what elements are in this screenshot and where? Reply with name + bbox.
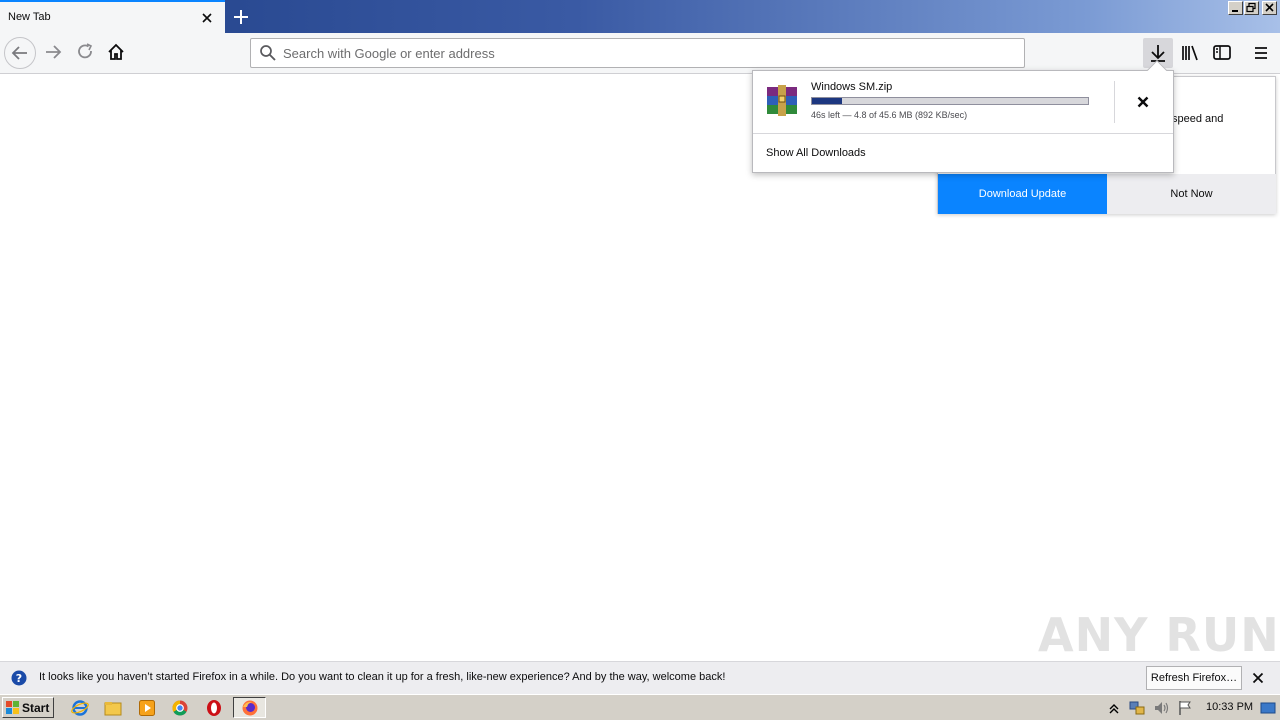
action-center-flag-icon[interactable] <box>1176 699 1194 717</box>
taskbar-firefox-button[interactable] <box>233 697 266 718</box>
tab-close-icon[interactable] <box>199 10 215 26</box>
back-arrow-icon <box>11 46 27 60</box>
show-desktop-icon[interactable] <box>1259 699 1277 717</box>
firefox-icon <box>242 700 258 716</box>
file-explorer-icon[interactable] <box>104 699 122 717</box>
downloads-footer-divider <box>753 133 1173 134</box>
cancel-download-icon[interactable] <box>1134 93 1152 111</box>
sidebar-button[interactable] <box>1207 38 1237 68</box>
forward-arrow-icon <box>46 45 62 59</box>
windows-taskbar: Start 10:33 PM <box>0 694 1280 720</box>
media-player-icon[interactable] <box>138 699 156 717</box>
new-tab-plus-icon[interactable] <box>230 6 252 28</box>
download-filename: Windows SM.zip <box>811 81 893 93</box>
address-bar[interactable]: Search with Google or enter address <box>250 38 1025 68</box>
download-progress-bar <box>811 97 1089 105</box>
start-label: Start <box>22 701 50 715</box>
navigation-toolbar: Search with Google or enter address <box>0 33 1280 74</box>
taskbar-clock: 10:33 PM <box>1206 701 1254 713</box>
notification-message: It looks like you haven’t started Firefo… <box>39 671 726 683</box>
show-all-downloads-button[interactable]: Show All Downloads <box>766 147 866 159</box>
minimize-button[interactable] <box>1228 1 1243 15</box>
reload-button[interactable] <box>70 37 102 69</box>
refresh-notification-bar: ? It looks like you haven’t started Fire… <box>0 661 1280 694</box>
chrome-icon[interactable] <box>171 699 189 717</box>
home-icon <box>108 43 124 60</box>
anyrun-watermark: ANY RUN <box>1038 608 1280 662</box>
show-hidden-icons-icon[interactable] <box>1108 699 1120 717</box>
download-progress-fill <box>812 98 842 104</box>
download-separator <box>1114 81 1115 123</box>
tab-new-tab[interactable]: New Tab <box>0 0 225 33</box>
library-button[interactable] <box>1175 38 1205 68</box>
update-message-text: speed and <box>1172 113 1224 125</box>
close-icon <box>1265 3 1274 12</box>
download-update-button[interactable]: Download Update <box>938 174 1107 214</box>
windows-logo-icon <box>6 701 19 714</box>
close-notification-icon[interactable] <box>1251 671 1265 685</box>
library-icon <box>1182 45 1198 61</box>
reload-icon <box>78 43 93 59</box>
svg-text:?: ? <box>16 672 22 685</box>
question-info-icon: ? <box>11 670 27 686</box>
refresh-firefox-button[interactable]: Refresh Firefox… <box>1146 666 1242 690</box>
close-window-button[interactable] <box>1262 1 1277 15</box>
menu-button[interactable] <box>1246 38 1276 68</box>
forward-button[interactable] <box>38 37 70 69</box>
home-button[interactable] <box>101 37 133 69</box>
tab-strip: New Tab <box>0 0 1280 33</box>
address-placeholder: Search with Google or enter address <box>283 46 495 61</box>
not-now-button[interactable]: Not Now <box>1107 174 1276 214</box>
volume-icon[interactable] <box>1152 699 1170 717</box>
network-icon[interactable] <box>1128 699 1146 717</box>
restore-button[interactable] <box>1244 1 1259 15</box>
back-button[interactable] <box>4 37 36 69</box>
download-status-text: 46s left — 4.8 of 45.6 MB (892 KB/sec) <box>811 110 968 120</box>
winrar-archive-icon <box>767 85 797 116</box>
sidebar-icon <box>1213 45 1231 60</box>
opera-icon[interactable] <box>205 699 223 717</box>
tab-title: New Tab <box>8 11 51 23</box>
minimize-icon <box>1232 10 1238 12</box>
downloads-panel: Windows SM.zip 46s left — 4.8 of 45.6 MB… <box>752 70 1174 173</box>
internet-explorer-icon[interactable] <box>71 699 89 717</box>
hamburger-menu-icon <box>1255 47 1267 59</box>
restore-icon <box>1246 2 1256 13</box>
search-icon <box>260 45 276 61</box>
start-button[interactable]: Start <box>2 697 54 718</box>
